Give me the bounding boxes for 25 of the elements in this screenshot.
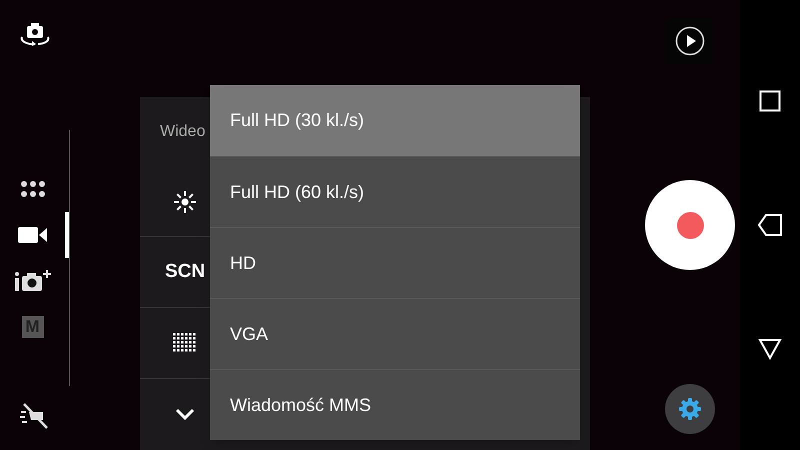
home-button[interactable] [758, 338, 782, 360]
play-icon [675, 26, 705, 56]
menu-item[interactable]: HD [210, 227, 580, 298]
menu-item[interactable]: Full HD (30 kl./s) [210, 85, 580, 156]
back-button[interactable] [757, 212, 783, 238]
video-camera-icon [18, 226, 48, 244]
flash-off-button[interactable] [19, 402, 51, 430]
switch-camera-button[interactable] [18, 22, 52, 46]
menu-item[interactable]: Full HD (60 kl./s) [210, 156, 580, 227]
back-icon [757, 212, 783, 238]
menu-item[interactable]: VGA [210, 298, 580, 369]
settings-button[interactable] [665, 384, 715, 434]
panel-title: Wideo [160, 122, 206, 142]
pixel-grid-icon [173, 333, 197, 353]
chevron-down-icon [175, 408, 195, 420]
menu-item[interactable]: Wiadomość MMS [210, 369, 580, 440]
square-icon [759, 90, 781, 112]
grid-icon [20, 180, 46, 198]
camera-rotate-icon [18, 22, 52, 46]
camera-plus-icon [14, 269, 52, 293]
settings-icon [678, 397, 702, 421]
triangle-down-icon [758, 338, 782, 360]
flash-off-icon [19, 402, 51, 430]
recents-button[interactable] [759, 90, 781, 112]
gallery-button[interactable] [667, 18, 713, 64]
